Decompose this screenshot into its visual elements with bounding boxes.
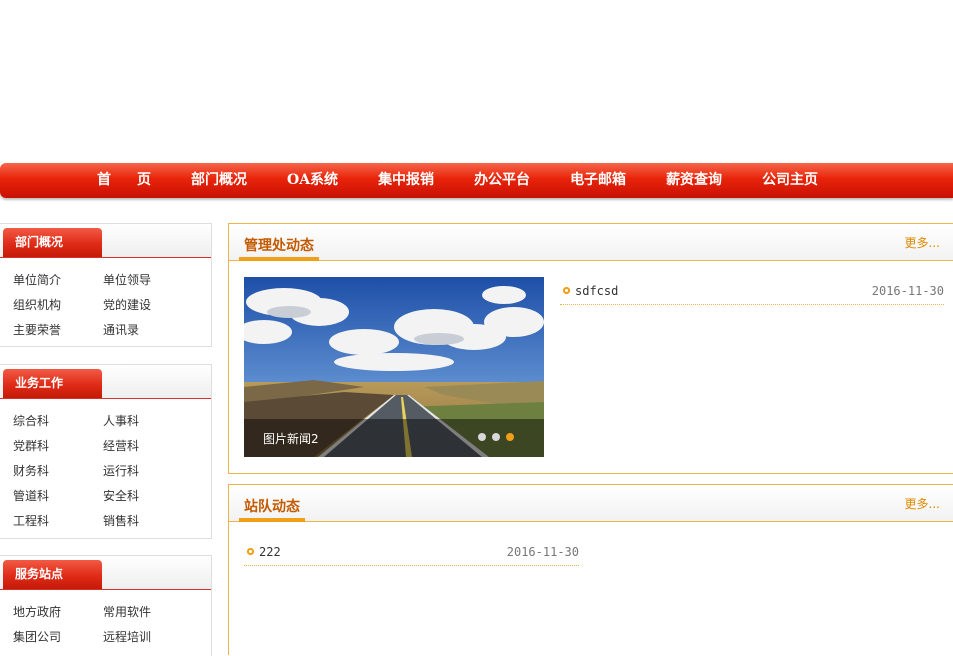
sidebar-link-personnel[interactable]: 人事科 xyxy=(103,409,193,434)
panel-header: 管理处动态 更多... xyxy=(229,224,953,261)
sidebar-section-business: 业务工作 综合科 人事科 党群科 经营科 财务科 运行科 管道科 安全科 工程科… xyxy=(0,364,212,539)
slide-dot-1[interactable] xyxy=(478,433,486,441)
news-date: 2016-11-30 xyxy=(871,284,944,298)
main-nav-bar: 首 页 部门概况 OA系统 集中报销 办公平台 电子邮箱 薪资查询 公司主页 xyxy=(0,163,953,198)
sidebar-link-group-company[interactable]: 集团公司 xyxy=(13,625,103,650)
main-nav-list: 首 页 部门概况 OA系统 集中报销 办公平台 电子邮箱 薪资查询 公司主页 xyxy=(77,163,838,198)
sidebar-section-title: 业务工作 xyxy=(3,369,102,398)
management-news-panel: 管理处动态 更多... 图片新闻2 sdfcsd 2016-11-30 xyxy=(228,223,953,474)
sidebar-section-title: 部门概况 xyxy=(3,228,102,257)
panel-title: 管理处动态 xyxy=(239,233,319,261)
slide-dot-2[interactable] xyxy=(492,433,500,441)
bullet-icon xyxy=(247,548,254,555)
nav-item-oa-system[interactable]: OA系统 xyxy=(267,163,358,198)
sidebar-link-remote-training[interactable]: 远程培训 xyxy=(103,625,193,650)
sidebar-link-running[interactable]: 运行科 xyxy=(103,459,193,484)
panel-title: 站队动态 xyxy=(239,494,305,522)
nav-item-home[interactable]: 首 页 xyxy=(77,163,171,198)
sidebar-link-sales[interactable]: 销售科 xyxy=(103,509,193,534)
image-news-slider[interactable]: 图片新闻2 xyxy=(244,277,544,457)
slide-caption[interactable]: 图片新闻2 xyxy=(263,430,319,447)
sidebar-link-unit-leaders[interactable]: 单位领导 xyxy=(103,268,193,293)
nav-item-reimbursement[interactable]: 集中报销 xyxy=(358,163,454,198)
sidebar-section-department: 部门概况 单位简介 单位领导 组织机构 党的建设 主要荣誉 通讯录 xyxy=(0,223,212,347)
sidebar-section-service: 服务站点 地方政府 常用软件 集团公司 远程培训 xyxy=(0,555,212,656)
more-link[interactable]: 更多... xyxy=(905,234,940,251)
sidebar-link-honors[interactable]: 主要荣誉 xyxy=(13,318,103,343)
slide-dot-3[interactable] xyxy=(506,433,514,441)
nav-item-company-home[interactable]: 公司主页 xyxy=(742,163,838,198)
sidebar-section-header: 服务站点 xyxy=(0,556,211,590)
sidebar-section-header: 部门概况 xyxy=(0,224,211,258)
news-item: sdfcsd 2016-11-30 xyxy=(560,282,944,305)
sidebar-link-finance[interactable]: 财务科 xyxy=(13,459,103,484)
sidebar-section-header: 业务工作 xyxy=(0,365,211,399)
nav-item-email[interactable]: 电子邮箱 xyxy=(550,163,646,198)
sidebar-link-unit-intro[interactable]: 单位简介 xyxy=(13,268,103,293)
news-title-link[interactable]: 222 xyxy=(259,545,281,559)
sidebar-link-party-building[interactable]: 党的建设 xyxy=(103,293,193,318)
sidebar-link-party-mass[interactable]: 党群科 xyxy=(13,434,103,459)
nav-item-office-platform[interactable]: 办公平台 xyxy=(454,163,550,198)
sidebar-link-pipeline[interactable]: 管道科 xyxy=(13,484,103,509)
news-date: 2016-11-30 xyxy=(506,545,579,559)
news-title-link[interactable]: sdfcsd xyxy=(575,284,618,298)
sidebar-link-organization[interactable]: 组织机构 xyxy=(13,293,103,318)
sidebar-link-local-government[interactable]: 地方政府 xyxy=(13,600,103,625)
sidebar-link-engineering[interactable]: 工程科 xyxy=(13,509,103,534)
sidebar-link-safety[interactable]: 安全科 xyxy=(103,484,193,509)
sidebar-link-general-office[interactable]: 综合科 xyxy=(13,409,103,434)
sidebar-link-directory[interactable]: 通讯录 xyxy=(103,318,193,343)
sidebar-link-operations-mgmt[interactable]: 经营科 xyxy=(103,434,193,459)
sidebar-link-list: 单位简介 单位领导 组织机构 党的建设 主要荣誉 通讯录 xyxy=(0,258,211,343)
sidebar-section-title: 服务站点 xyxy=(3,560,102,589)
nav-item-salary[interactable]: 薪资查询 xyxy=(646,163,742,198)
sidebar-link-list: 综合科 人事科 党群科 经营科 财务科 运行科 管道科 安全科 工程科 销售科 xyxy=(0,399,211,534)
slide-dots xyxy=(478,433,514,441)
team-news-panel: 站队动态 更多... 222 2016-11-30 xyxy=(228,484,953,655)
more-link[interactable]: 更多... xyxy=(905,495,940,512)
nav-item-department[interactable]: 部门概况 xyxy=(171,163,267,198)
slide-caption-bar: 图片新闻2 xyxy=(244,419,544,457)
bullet-icon xyxy=(563,287,570,294)
sidebar-link-list: 地方政府 常用软件 集团公司 远程培训 xyxy=(0,590,211,650)
news-item: 222 2016-11-30 xyxy=(244,543,579,566)
panel-header: 站队动态 更多... xyxy=(229,485,953,522)
sidebar-link-common-software[interactable]: 常用软件 xyxy=(103,600,193,625)
